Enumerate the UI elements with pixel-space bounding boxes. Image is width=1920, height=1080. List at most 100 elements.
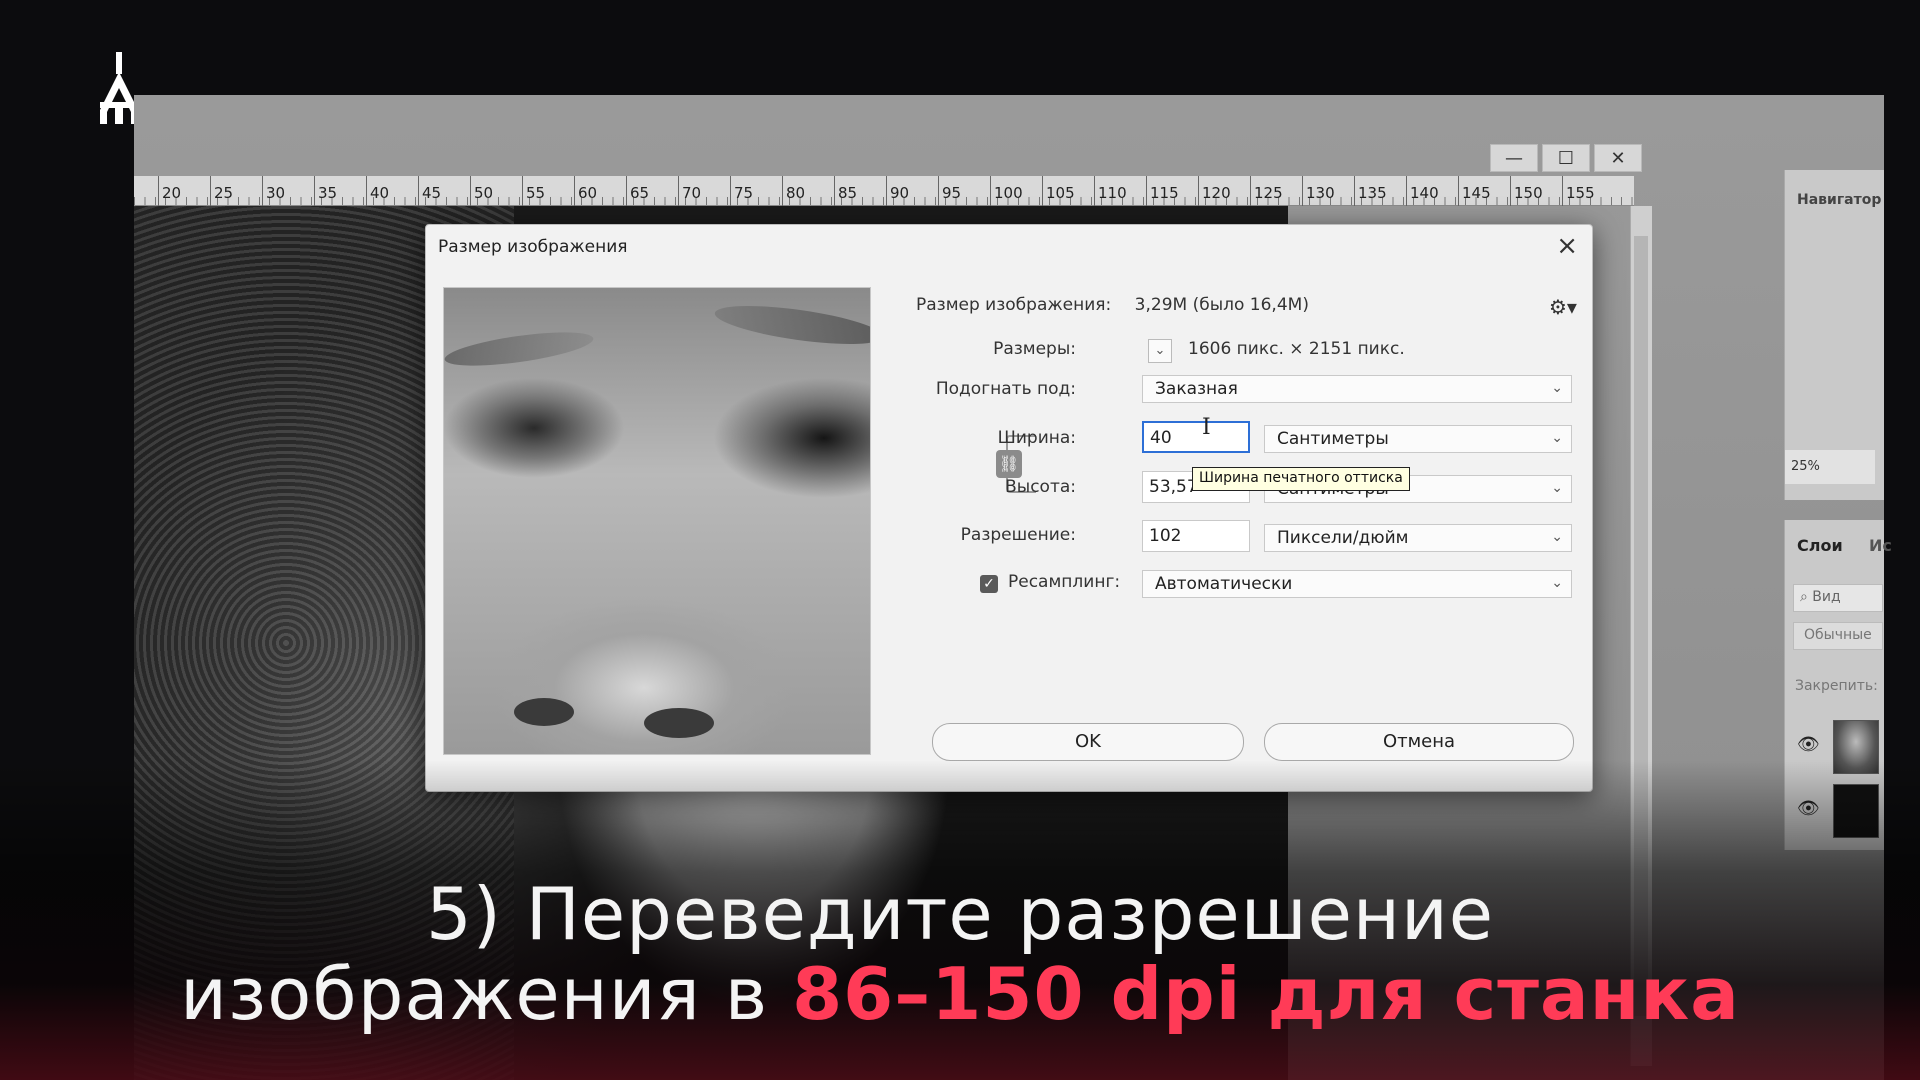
ruler-tick: 80 bbox=[782, 176, 805, 206]
dimensions-value: 1606 пикс. × 2151 пикс. bbox=[1188, 339, 1405, 359]
fit-select-value: Заказная bbox=[1155, 379, 1238, 399]
minimize-button[interactable]: — bbox=[1490, 144, 1538, 172]
ruler-tick: 55 bbox=[522, 176, 545, 206]
ruler-tick-label: 150 bbox=[1514, 184, 1543, 202]
ruler-tick-label: 65 bbox=[630, 184, 650, 202]
ruler-tick: 135 bbox=[1354, 176, 1387, 206]
chevron-down-icon: ⌄ bbox=[1551, 529, 1563, 545]
ruler-tick-label: 120 bbox=[1202, 184, 1231, 202]
ruler-tick-label: 30 bbox=[266, 184, 286, 202]
resolution-unit-select[interactable]: Пиксели/дюйм ⌄ bbox=[1264, 524, 1572, 552]
caption-highlight: 86–150 dpi для станка bbox=[792, 952, 1740, 1036]
dimensions-label: Размеры: bbox=[993, 339, 1076, 359]
ruler-tick-label: 20 bbox=[162, 184, 182, 202]
horizontal-ruler: 20 25 30 35 40 45 50 55 60 65 70 75 80 85 90 95 100 105 11… bbox=[134, 176, 1634, 206]
ruler-tick: 130 bbox=[1302, 176, 1335, 206]
chevron-down-icon: ⌄ bbox=[1551, 575, 1563, 591]
ruler-tick-label: 40 bbox=[370, 184, 390, 202]
ruler-tick: 25 bbox=[210, 176, 233, 206]
width-input[interactable]: 40 bbox=[1142, 421, 1250, 453]
ruler-tick-label: 135 bbox=[1358, 184, 1387, 202]
image-size-row: Размер изображения: 3,29M (было 16,4M) bbox=[916, 295, 1556, 315]
lock-label: Закрепить: bbox=[1795, 678, 1878, 694]
text-cursor-icon: I bbox=[1202, 415, 1211, 440]
layers-search-placeholder: Вид bbox=[1812, 589, 1841, 605]
preview-detail bbox=[644, 708, 714, 738]
ruler-tick: 105 bbox=[1042, 176, 1075, 206]
resolution-label: Разрешение: bbox=[960, 525, 1076, 545]
preview-detail bbox=[514, 698, 574, 726]
resample-checkbox[interactable]: ✓ bbox=[980, 575, 998, 593]
blend-mode-select[interactable]: Обычные bbox=[1793, 622, 1883, 650]
link-icon[interactable]: ⛓ bbox=[996, 450, 1022, 478]
ruler-tick: 40 bbox=[366, 176, 389, 206]
resolution-unit-value: Пиксели/дюйм bbox=[1277, 528, 1409, 548]
navigator-panel: Навигатор 25% bbox=[1784, 170, 1884, 500]
ruler-tick: 95 bbox=[938, 176, 961, 206]
chevron-down-icon: ⌄ bbox=[1154, 343, 1166, 358]
ruler-tick: 45 bbox=[418, 176, 441, 206]
ruler-tick: 30 bbox=[262, 176, 285, 206]
ruler-tick: 20 bbox=[158, 176, 181, 206]
ruler-tick-label: 105 bbox=[1046, 184, 1075, 202]
ruler-tick-label: 110 bbox=[1098, 184, 1127, 202]
ruler-tick-label: 75 bbox=[734, 184, 754, 202]
ruler-tick-label: 85 bbox=[838, 184, 858, 202]
ruler-tick: 115 bbox=[1146, 176, 1179, 206]
dimensions-dropdown[interactable]: ⌄ bbox=[1148, 339, 1172, 363]
layers-search-input[interactable]: ⌕ Вид bbox=[1793, 584, 1883, 612]
close-icon[interactable]: × bbox=[1556, 231, 1578, 261]
gear-icon[interactable]: ⚙▾ bbox=[1549, 295, 1577, 319]
ok-button[interactable]: OK bbox=[932, 723, 1244, 761]
ruler-tick-label: 50 bbox=[474, 184, 494, 202]
ruler-tick-label: 95 bbox=[942, 184, 962, 202]
ruler-tick-label: 145 bbox=[1462, 184, 1491, 202]
ruler-tick: 70 bbox=[678, 176, 701, 206]
ruler-tick: 110 bbox=[1094, 176, 1127, 206]
ruler-tick: 65 bbox=[626, 176, 649, 206]
chevron-down-icon: ⌄ bbox=[1551, 380, 1563, 396]
width-label: Ширина: bbox=[997, 428, 1076, 448]
ruler-tick: 150 bbox=[1510, 176, 1543, 206]
ruler-tick-label: 90 bbox=[890, 184, 910, 202]
resample-select[interactable]: Автоматически ⌄ bbox=[1142, 570, 1572, 598]
ruler-tick-label: 130 bbox=[1306, 184, 1335, 202]
ruler-tick: 35 bbox=[314, 176, 337, 206]
cancel-button[interactable]: Отмена bbox=[1264, 723, 1574, 761]
preview-detail bbox=[712, 298, 870, 352]
caption-line-1: 5) Переведите разрешение bbox=[425, 872, 1495, 956]
ruler-tick: 120 bbox=[1198, 176, 1231, 206]
ruler-tick: 100 bbox=[990, 176, 1023, 206]
close-window-button[interactable]: ✕ bbox=[1594, 144, 1642, 172]
height-label: Высота: bbox=[1005, 477, 1076, 497]
ruler-tick: 125 bbox=[1250, 176, 1283, 206]
image-preview[interactable] bbox=[443, 287, 871, 755]
eye-icon[interactable]: 👁 bbox=[1797, 734, 1820, 755]
ruler-tick-label: 60 bbox=[578, 184, 598, 202]
width-unit-value: Сантиметры bbox=[1277, 429, 1389, 449]
ruler-tick: 140 bbox=[1406, 176, 1439, 206]
resolution-input[interactable]: 102 bbox=[1142, 520, 1250, 552]
image-size-label: Размер изображения: bbox=[916, 295, 1112, 315]
resample-value: Автоматически bbox=[1155, 574, 1293, 594]
zoom-field[interactable]: 25% bbox=[1785, 450, 1875, 484]
ruler-tick-label: 155 bbox=[1566, 184, 1595, 202]
resample-label: Ресамплинг: bbox=[1008, 572, 1121, 592]
caption-line-2-prefix: изображения в bbox=[180, 952, 793, 1036]
width-unit-select[interactable]: Сантиметры ⌄ bbox=[1264, 425, 1572, 453]
ruler-tick-label: 55 bbox=[526, 184, 546, 202]
chevron-down-icon: ⌄ bbox=[1551, 480, 1563, 496]
ruler-tick-label: 115 bbox=[1150, 184, 1179, 202]
preview-detail bbox=[444, 325, 596, 373]
ruler-tick: 145 bbox=[1458, 176, 1491, 206]
tab-history[interactable]: Ис bbox=[1869, 536, 1892, 555]
ruler-tick-label: 140 bbox=[1410, 184, 1439, 202]
ruler-tick: 85 bbox=[834, 176, 857, 206]
fit-select[interactable]: Заказная ⌄ bbox=[1142, 375, 1572, 403]
ruler-tick: 90 bbox=[886, 176, 909, 206]
ruler-tick-label: 100 bbox=[994, 184, 1023, 202]
image-size-value: 3,29M (было 16,4M) bbox=[1134, 295, 1309, 315]
navigator-title[interactable]: Навигатор bbox=[1797, 192, 1884, 208]
image-size-dialog: Размер изображения × Размер изображения:… bbox=[425, 224, 1593, 792]
maximize-button[interactable]: ☐ bbox=[1542, 144, 1590, 172]
